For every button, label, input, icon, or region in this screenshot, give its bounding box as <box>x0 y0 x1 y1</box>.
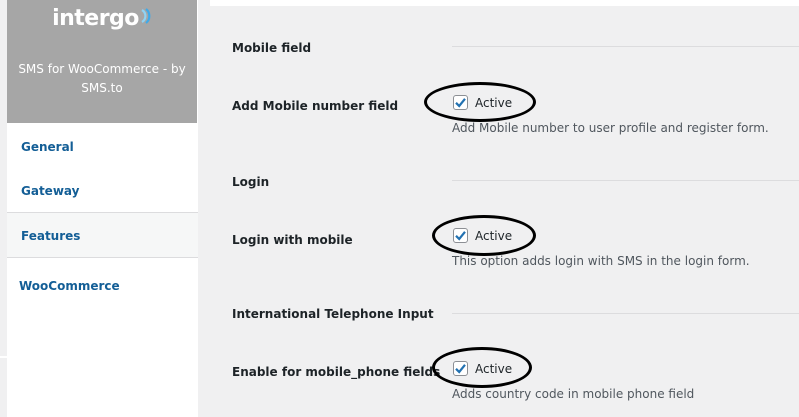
brand-header: intergo SMS for WooCommerce - by SMS.to <box>7 0 197 123</box>
section-divider <box>452 313 799 314</box>
section-title-login: Login <box>232 175 270 189</box>
section-title-mobile-field: Mobile field <box>232 41 312 55</box>
section-title-intl-tel-input: International Telephone Input <box>232 307 434 321</box>
brand-logo: intergo <box>7 6 197 32</box>
annotation-circle <box>432 215 536 256</box>
add-mobile-field-label: Add Mobile number field <box>232 99 399 113</box>
left-edge-strip <box>0 0 7 417</box>
add-mobile-field-description: Add Mobile number to user profile and re… <box>452 121 769 135</box>
intergo-signal-icon <box>140 5 152 30</box>
settings-main: Mobile field Add Mobile number field Act… <box>210 0 799 417</box>
login-with-mobile-label: Login with mobile <box>232 233 353 247</box>
enable-mobile-phone-fields-description: Adds country code in mobile phone field <box>452 387 695 401</box>
logo-text: intergo <box>52 6 139 31</box>
sidebar-item-gateway[interactable]: Gateway <box>7 184 198 198</box>
sidebar-item-woocommerce[interactable]: WooCommerce <box>7 279 198 293</box>
sidebar-item-features[interactable]: Features <box>7 212 198 258</box>
settings-sidebar: intergo SMS for WooCommerce - by SMS.to … <box>7 0 198 417</box>
sidebar-item-general[interactable]: General <box>7 140 198 154</box>
login-with-mobile-description: This option adds login with SMS in the l… <box>452 254 750 268</box>
section-divider <box>452 180 799 181</box>
annotation-circle <box>432 347 532 388</box>
top-border <box>210 0 799 6</box>
enable-mobile-phone-fields-label: Enable for mobile_phone fields <box>232 365 441 379</box>
plugin-title: SMS for WooCommerce - by SMS.to <box>18 62 186 95</box>
section-divider <box>452 46 799 47</box>
divider <box>0 356 210 358</box>
annotation-circle <box>424 82 536 122</box>
column-separator <box>198 0 210 417</box>
